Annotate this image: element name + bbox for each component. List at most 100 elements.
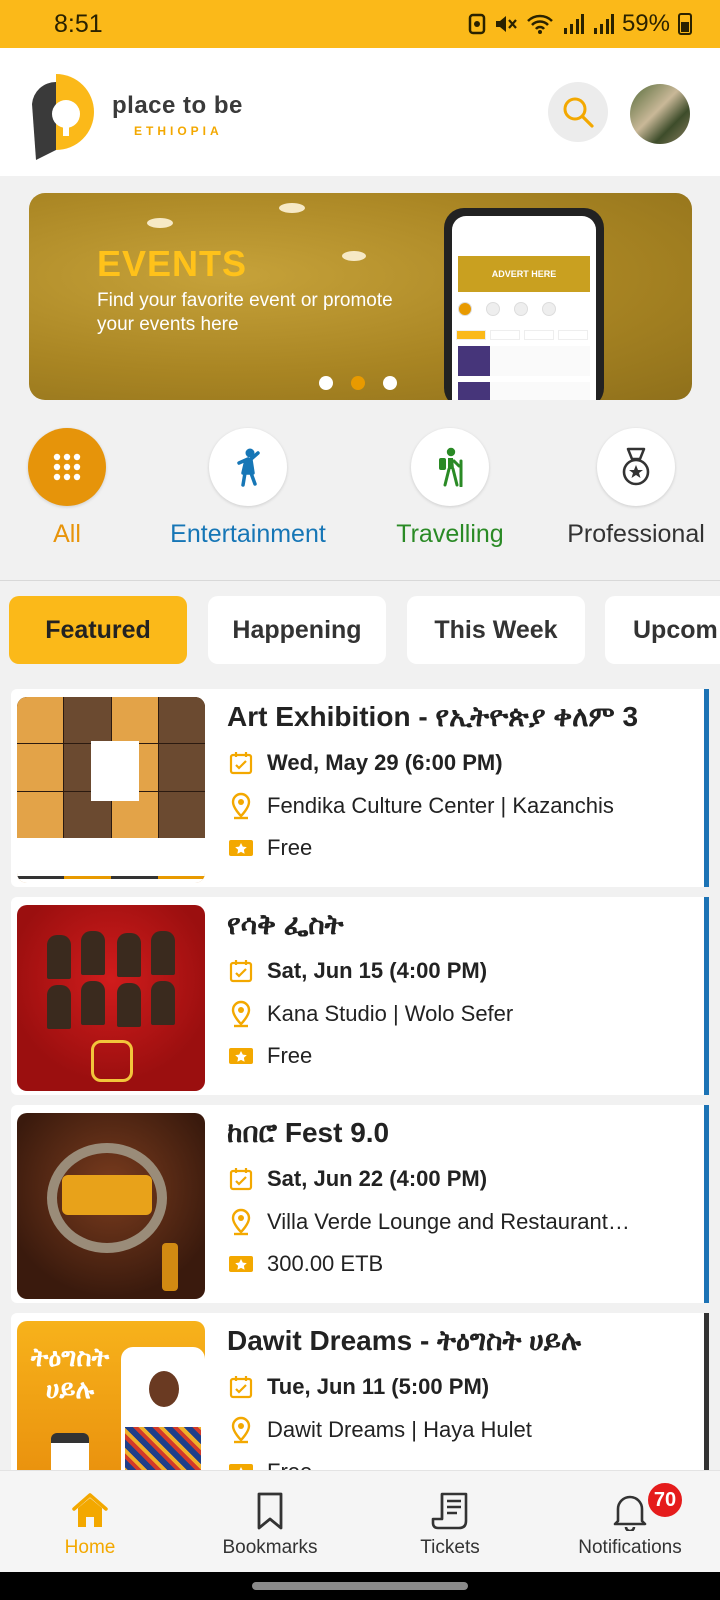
event-location-text: Kana Studio | Wolo Sefer [267,1001,514,1026]
avatar[interactable] [630,84,690,144]
tab-upcoming[interactable]: Upcom [605,596,720,664]
grid-icon [53,453,81,481]
event-location-text: Dawit Dreams | Haya Hulet [267,1417,532,1442]
event-card[interactable]: Art Exhibition - የኢትዮጵያ ቀለም 3 Wed, May 2… [11,689,709,887]
category-label: Travelling [396,520,504,548]
location-pin-icon [231,792,251,820]
carousel-dot[interactable] [383,376,397,390]
ticket-star-icon [229,1048,253,1064]
event-card[interactable]: የሳቅ ፌስት Sat, Jun 15 (4:00 PM) Kana Studi… [11,897,709,1095]
poster-badge [91,1040,133,1082]
signal-icon-2 [593,14,614,34]
event-date-text: Sat, Jun 22 (4:00 PM) [267,1166,488,1191]
category-entertainment-circle [209,428,287,506]
nav-label: Home [64,1537,116,1558]
ticket-star-icon [229,1256,253,1272]
poster-title: ትዕግስት ሀይሉ [30,1342,110,1404]
carousel-dot-active[interactable] [351,376,365,390]
event-price-text: 300.00 ETB [267,1251,384,1276]
place-to-be-logo-icon [32,74,94,160]
event-price-text: Free [267,1459,312,1470]
home-icon [72,1493,108,1527]
cloud-decoration [279,203,305,213]
event-location: Dawit Dreams | Haya Hulet [227,1416,532,1444]
event-date-text: Sat, Jun 15 (4:00 PM) [267,958,488,983]
tab-happening[interactable]: Happening [208,596,386,664]
phone-list-row [458,382,590,400]
category-bar: All Entertainment Travelling Professiona… [0,428,720,580]
logo-subtitle: ETHIOPIA [134,124,223,138]
event-card[interactable]: ከበሮ Fest 9.0 Sat, Jun 22 (4:00 PM) Villa… [11,1105,709,1303]
logo-text: place to be ETHIOPIA [112,92,243,138]
phone-category-icons [458,302,556,316]
search-button[interactable] [548,82,608,142]
category-travelling-circle [411,428,489,506]
location-pin-icon [231,1208,251,1236]
home-gesture-pill[interactable] [252,1582,468,1590]
event-card[interactable]: ትዕግስት ሀይሉ Dawit Dreams - ትዕግስት ሀይሉ Tue, … [11,1313,709,1470]
card-accent-stripe [704,897,709,1095]
poster-caption [91,741,139,801]
status-time: 8:51 [54,9,103,38]
medal-icon [622,447,650,486]
category-professional-circle [597,428,675,506]
event-poster: ትዕግስት ሀይሉ [17,1321,205,1470]
receipt-icon [431,1492,468,1530]
wifi-icon [527,14,553,34]
category-label: All [53,520,81,548]
tab-this-week[interactable]: This Week [407,596,585,664]
calendar-check-icon [229,1376,253,1399]
event-date: Wed, May 29 (6:00 PM) [227,749,503,777]
event-location: Kana Studio | Wolo Sefer [227,1000,513,1028]
signal-icon [563,14,584,34]
nav-home[interactable]: Home [0,1471,180,1573]
carousel-dot[interactable] [319,376,333,390]
event-title: Dawit Dreams - ትዕግስት ሀይሉ [227,1325,582,1356]
event-title: Art Exhibition - የኢትዮጵያ ቀለም 3 [227,701,639,732]
event-location-text: Fendika Culture Center | Kazanchis [267,793,614,818]
status-icons: 59% [468,10,692,38]
nav-notifications[interactable]: 70 Notifications [540,1471,720,1573]
banner-text: Find your favorite event or promote your… [97,290,393,335]
bell-icon [613,1495,647,1531]
tab-featured[interactable]: Featured [9,596,187,664]
event-date-text: Wed, May 29 (6:00 PM) [267,750,503,775]
system-navigation-bar [0,1572,720,1600]
dancer-icon [237,448,260,487]
calendar-check-icon [229,1168,253,1191]
filter-tabs: Featured Happening This Week Upcom [0,596,720,664]
event-price: 300.00 ETB [227,1250,383,1278]
card-accent-stripe [704,689,709,887]
event-title: የሳቅ ፌስት [227,909,344,940]
battery-icon [678,13,692,35]
nav-tickets[interactable]: Tickets [360,1471,540,1573]
category-professional[interactable]: Professional [560,428,712,549]
event-price: Free [227,1458,312,1470]
category-all[interactable]: All [17,428,117,549]
phone-advert: ADVERT HERE [458,256,590,292]
calendar-check-icon [229,960,253,983]
event-location: Fendika Culture Center | Kazanchis [227,792,614,820]
card-accent-stripe [704,1105,709,1303]
promo-banner[interactable]: EVENTS Find your favorite event or promo… [29,193,692,400]
event-title: ከበሮ Fest 9.0 [227,1117,390,1148]
event-price: Free [227,834,312,862]
category-entertainment[interactable]: Entertainment [160,428,336,549]
search-icon [563,97,594,128]
logo-title: place to be [112,92,243,119]
event-location: Villa Verde Lounge and Restaurant… [227,1208,630,1236]
cloud-decoration [147,218,173,228]
notification-badge: 70 [646,1481,684,1519]
category-all-circle [28,428,106,506]
location-pin-icon [231,1416,251,1444]
ticket-star-icon [229,840,253,856]
nav-label: Notifications [578,1537,682,1558]
event-list: Art Exhibition - የኢትዮጵያ ቀለም 3 Wed, May 2… [0,686,720,1470]
event-price-text: Free [267,1043,313,1068]
nav-label: Bookmarks [222,1537,318,1558]
category-travelling[interactable]: Travelling [386,428,514,549]
event-poster [17,905,205,1091]
ticket-star-icon [229,1464,253,1470]
nav-bookmarks[interactable]: Bookmarks [180,1471,360,1573]
status-bar: 8:51 59% [0,0,720,48]
